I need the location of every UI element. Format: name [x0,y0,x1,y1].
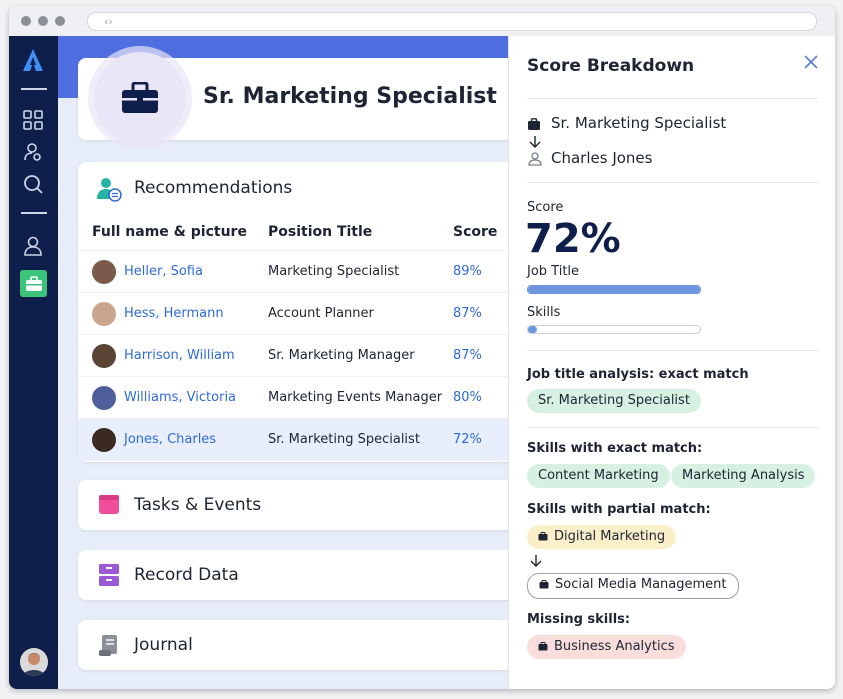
close-icon[interactable] [803,54,823,74]
archive-box-icon [98,563,120,591]
panel-job-title: Sr. Marketing Specialist [551,114,727,132]
skills-progress-fill [528,326,537,333]
tasks-events-section[interactable]: Tasks & Events [78,480,518,530]
divider [527,350,819,351]
main-content: Sr. Marketing Specialist Recommendations… [58,36,518,689]
candidate-score[interactable]: 87% [453,348,482,363]
score-breakdown-panel: Score Breakdown Sr. Marketing Specialist… [508,36,835,689]
browser-window: ‹› Sr. Marketing Specialist Recommendati… [9,6,835,689]
page-title: Sr. Marketing Specialist [203,84,497,109]
journal-section[interactable]: Journal [78,620,518,670]
partial-skills-label: Skills with partial match: [527,502,711,517]
partial-skill-to-text: Social Media Management [555,577,727,592]
candidate-position: Sr. Marketing Manager [268,348,415,363]
nav-arrows-icon[interactable]: ‹› [104,13,113,30]
job-title-progress-fill [528,286,700,293]
analysis-label: Job title analysis: exact match [527,367,749,382]
briefcase-icon [539,575,549,597]
briefcase-nav-icon[interactable] [20,270,47,297]
exact-skills-label: Skills with exact match: [527,441,703,456]
window-dot[interactable] [38,16,48,26]
skill-chip: Marketing Analysis [671,464,816,488]
calendar-icon [98,493,120,519]
partial-skill-chip: Digital Marketing [527,525,677,550]
briefcase-icon [527,116,541,135]
score-value: 72% [525,216,621,262]
address-bar[interactable]: ‹› [87,12,817,31]
window-dot[interactable] [55,16,65,26]
partial-skill-from-text: Digital Marketing [554,529,666,544]
job-title-match-chip: Sr. Marketing Specialist [527,389,701,413]
tasks-events-label: Tasks & Events [134,495,262,515]
divider [527,98,819,99]
column-header-score[interactable]: Score [453,224,497,240]
briefcase-icon [94,52,186,144]
candidate-avatar [92,344,116,368]
table-row[interactable]: Harrison, William Sr. Marketing Manager … [78,334,518,377]
panel-candidate-name: Charles Jones [551,149,653,167]
journal-label: Journal [134,635,193,655]
score-label: Score [527,200,564,215]
partial-skill-target-chip: Social Media Management [527,573,739,599]
dashboard-icon[interactable] [21,108,45,132]
candidate-avatar [92,428,116,452]
candidate-score[interactable]: 89% [453,264,482,279]
search-icon[interactable] [21,172,45,196]
candidate-name-link[interactable]: Williams, Victoria [124,390,236,405]
briefcase-icon [538,526,548,550]
candidate-position: Sr. Marketing Specialist [268,432,420,447]
skills-label: Skills [527,305,561,320]
column-header-position[interactable]: Position Title [268,224,372,240]
candidate-position: Marketing Events Manager [268,390,443,405]
journal-scroll-icon [98,633,120,661]
candidate-name-link[interactable]: Jones, Charles [124,432,216,447]
candidate-name-link[interactable]: Harrison, William [124,348,235,363]
panel-title: Score Breakdown [527,56,695,76]
candidate-name-link[interactable]: Hess, Hermann [124,306,224,321]
candidate-position: Marketing Specialist [268,264,400,279]
app-logo-icon[interactable] [21,48,45,72]
missing-skills-label: Missing skills: [527,612,631,627]
person-icon[interactable] [21,234,45,258]
candidate-score[interactable]: 72% [453,432,482,447]
missing-skill-text: Business Analytics [554,639,675,654]
arrow-down-icon [530,553,542,572]
table-row[interactable]: Hess, Hermann Account Planner 87% [78,292,518,335]
divider [527,182,819,183]
skills-progress-bar [527,325,701,334]
record-data-label: Record Data [134,565,239,585]
candidate-avatar [92,302,116,326]
candidate-name-link[interactable]: Heller, Sofia [124,264,203,279]
browser-toolbar: ‹› [9,6,835,37]
person-outline-icon [528,151,542,170]
missing-skill-chip: Business Analytics [527,635,686,659]
candidate-avatar [92,260,116,284]
skill-chip: Content Marketing [527,464,670,488]
candidate-score[interactable]: 80% [453,390,482,405]
user-avatar[interactable] [20,648,48,676]
recommendation-person-icon [96,176,122,206]
column-header-name[interactable]: Full name & picture [92,224,247,240]
briefcase-icon [538,636,548,660]
recommendations-card: Recommendations Full name & picture Posi… [78,162,518,462]
candidate-avatar [92,386,116,410]
candidate-position: Account Planner [268,306,374,321]
candidate-score[interactable]: 87% [453,306,482,321]
window-dot[interactable] [21,16,31,26]
nav-divider [21,88,47,90]
divider [527,427,819,428]
sidebar-nav [9,36,58,689]
nav-divider [21,212,47,214]
table-row[interactable]: Heller, Sofia Marketing Specialist 89% [78,250,518,293]
job-title-progress-bar [527,285,701,294]
job-title-label: Job Title [527,264,580,279]
table-row-selected[interactable]: Jones, Charles Sr. Marketing Specialist … [78,418,518,461]
record-data-section[interactable]: Record Data [78,550,518,600]
recommendations-title: Recommendations [134,178,293,198]
people-settings-icon[interactable] [21,140,45,164]
table-row[interactable]: Williams, Victoria Marketing Events Mana… [78,376,518,419]
